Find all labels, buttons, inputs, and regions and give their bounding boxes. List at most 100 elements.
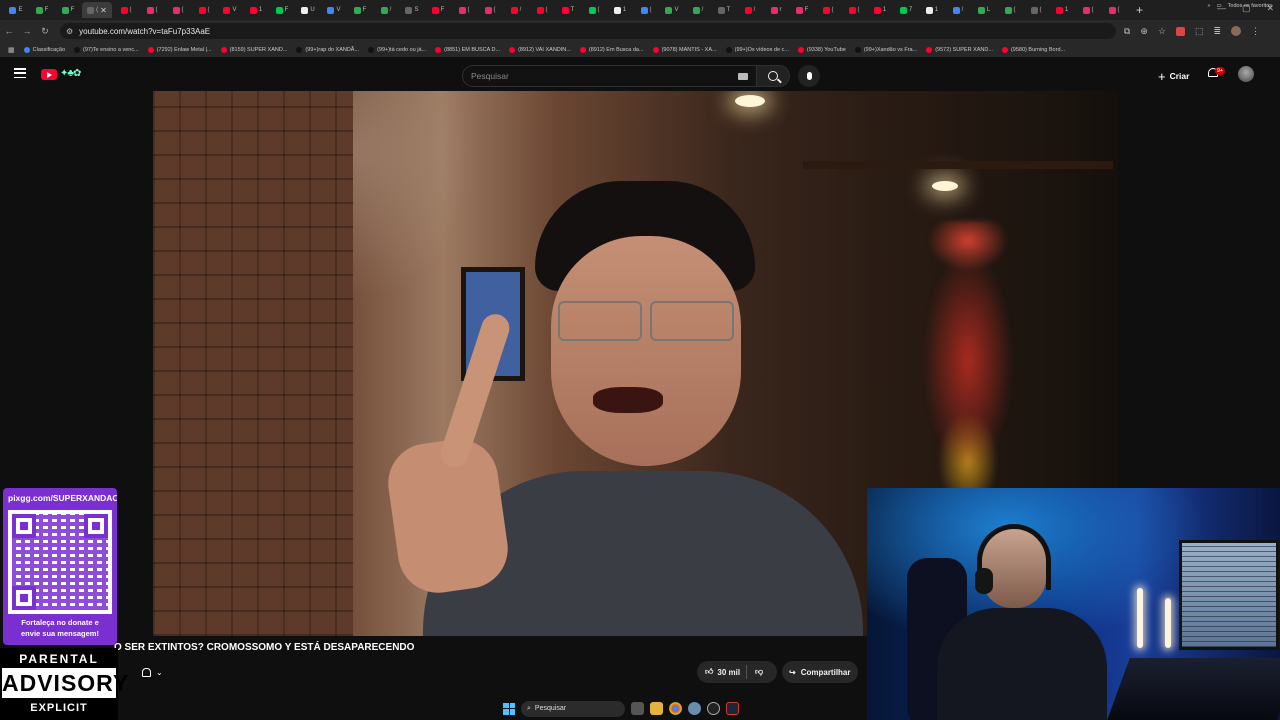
file-explorer-icon[interactable]	[650, 702, 663, 715]
browser-tab[interactable]: 1	[920, 2, 944, 18]
bookmark-item[interactable]: (8912) VAI XANDIN...	[509, 46, 571, 53]
browser-tab[interactable]: (	[1102, 2, 1126, 18]
new-tab-button[interactable]: +	[1136, 3, 1143, 17]
browser-tab[interactable]: 1	[1050, 2, 1074, 18]
taskbar-search[interactable]: ⌕ Pesquisar	[521, 700, 625, 717]
all-bookmarks[interactable]: » ▭ Todos os favoritos	[1207, 3, 1272, 9]
browser-tab[interactable]: T	[712, 2, 736, 18]
browser-tab[interactable]: (	[842, 2, 866, 18]
browser-tab[interactable]: V	[660, 2, 684, 18]
chrome-icon[interactable]	[669, 702, 682, 715]
bookmark-item[interactable]: (9572) SUPER XAND...	[926, 46, 993, 53]
bookmark-item[interactable]: (7292) Enlaw Metal |...	[147, 46, 212, 53]
browser-tab[interactable]: (	[582, 2, 606, 18]
apps-grid-icon[interactable]: ▦	[8, 46, 15, 54]
browser-tab[interactable]: /	[374, 2, 398, 18]
chevron-right-icon[interactable]: »	[1207, 3, 1210, 9]
browser-tab[interactable]: (	[634, 2, 658, 18]
browser-tab[interactable]: L	[972, 2, 996, 18]
search-input[interactable]: Pesquisar	[462, 65, 756, 87]
browser-tab[interactable]: (	[816, 2, 840, 18]
browser-tab[interactable]: F	[348, 2, 372, 18]
browser-tab[interactable]: 1	[244, 2, 268, 18]
menu-dots-icon[interactable]: ⋮	[1251, 26, 1260, 37]
browser-tab[interactable]: U	[296, 2, 320, 18]
browser-tab[interactable]: F	[790, 2, 814, 18]
browser-tab[interactable]: (	[478, 2, 502, 18]
forward-icon[interactable]: →	[18, 26, 36, 36]
tab-close-icon[interactable]: ✕	[100, 6, 107, 15]
browser-tab[interactable]: (	[166, 2, 190, 18]
bookmark-item[interactable]: (99+)Xandão vs Fra...	[854, 46, 917, 53]
url-field[interactable]: ⚙ youtube.com/watch?v=taFu7p33AaE	[60, 23, 1116, 39]
browser-tab[interactable]: 7	[894, 2, 918, 18]
bookmark-star-icon[interactable]: ☆	[1158, 26, 1166, 37]
settings-icon[interactable]	[688, 702, 701, 715]
browser-tab[interactable]: /	[946, 2, 970, 18]
extension-icon[interactable]	[1175, 26, 1185, 36]
bookmark-item[interactable]: (9338) YouTube	[797, 46, 846, 53]
bookmark-item[interactable]: (8851) EM BUSCA D...	[435, 46, 500, 53]
browser-tab[interactable]: S	[400, 2, 424, 18]
puzzle-icon[interactable]: ⬚	[1195, 26, 1204, 37]
reload-icon[interactable]: ↻	[36, 26, 54, 37]
voice-search-button[interactable]	[798, 65, 820, 87]
search-placeholder[interactable]: Pesquisar	[471, 71, 509, 81]
browser-tab[interactable]: 1	[608, 2, 632, 18]
bookmark-item[interactable]: (99+)Os vídeos de c...	[725, 46, 789, 53]
youtube-doodle-icon[interactable]: ✦♣✿	[60, 68, 81, 79]
back-icon[interactable]: ←	[0, 26, 18, 36]
browser-tab[interactable]: T	[556, 2, 580, 18]
browser-tab[interactable]: 1	[868, 2, 892, 18]
browser-tab[interactable]: (	[998, 2, 1022, 18]
subscription-bell-button[interactable]: ⌄	[136, 662, 176, 682]
browser-tab[interactable]: /	[738, 2, 762, 18]
browser-tab[interactable]: (	[530, 2, 554, 18]
bookmark-item[interactable]: (9580) Burning Bord...	[1001, 46, 1065, 53]
url-text[interactable]: youtube.com/watch?v=taFu7p33AaE	[79, 27, 210, 36]
youtube-logo[interactable]	[41, 69, 57, 80]
windows-start-icon[interactable]	[503, 702, 515, 715]
bookmark-item[interactable]: (8912) Em Busca da...	[579, 46, 644, 53]
keyboard-icon[interactable]	[738, 73, 748, 80]
share-button[interactable]: ↪ Compartilhar	[782, 661, 858, 683]
search-button[interactable]	[756, 65, 790, 87]
task-view-icon[interactable]	[631, 702, 644, 715]
browser-tab[interactable]: F	[270, 2, 294, 18]
create-button[interactable]: + Criar	[1152, 66, 1195, 86]
browser-tab[interactable]: (	[192, 2, 216, 18]
steam-icon[interactable]	[726, 702, 739, 715]
avatar[interactable]	[1238, 66, 1254, 82]
zoom-icon[interactable]: ⊕	[1140, 26, 1148, 37]
browser-tab[interactable]: F	[30, 2, 54, 18]
browser-tab[interactable]: V	[322, 2, 346, 18]
browser-tab[interactable]: E	[4, 2, 28, 18]
all-bookmarks-label[interactable]: Todos os favoritos	[1228, 3, 1272, 9]
browser-tab[interactable]: /	[686, 2, 710, 18]
bookmark-item[interactable]: (99+)tá cedo ou já...	[368, 46, 426, 53]
profile-avatar[interactable]	[1231, 26, 1241, 36]
bookmark-item[interactable]: (8159) SUPER XAND...	[220, 46, 287, 53]
browser-tab[interactable]: (✕	[82, 2, 112, 18]
media-icon[interactable]: ≣	[1213, 26, 1221, 37]
bookmark-item[interactable]: (97)Te ensino a venc...	[74, 46, 139, 53]
like-button[interactable]: 👍︎ 30 mil	[697, 665, 747, 679]
browser-tab[interactable]: F	[426, 2, 450, 18]
bookmark-item[interactable]: Classificação	[23, 46, 65, 53]
bookmark-item[interactable]: (99+)rap do XANDÃ...	[296, 46, 359, 53]
browser-tab[interactable]: V	[218, 2, 242, 18]
browser-tab[interactable]: (	[452, 2, 476, 18]
install-app-icon[interactable]: ⧉	[1124, 26, 1130, 37]
site-info-icon[interactable]: ⚙	[66, 27, 73, 36]
browser-tab[interactable]: (	[114, 2, 138, 18]
browser-tab[interactable]: (	[1076, 2, 1100, 18]
browser-tab[interactable]: F	[56, 2, 80, 18]
browser-tab[interactable]: /	[504, 2, 528, 18]
menu-hamburger-icon[interactable]	[14, 68, 26, 78]
bookmark-item[interactable]: (9078) MANTIS - XA...	[652, 46, 717, 53]
browser-tab[interactable]: r	[764, 2, 788, 18]
obs-icon[interactable]	[707, 702, 720, 715]
browser-tab[interactable]: (	[1024, 2, 1048, 18]
browser-tab[interactable]: (	[140, 2, 164, 18]
dislike-button[interactable]: 👎︎	[747, 667, 763, 677]
